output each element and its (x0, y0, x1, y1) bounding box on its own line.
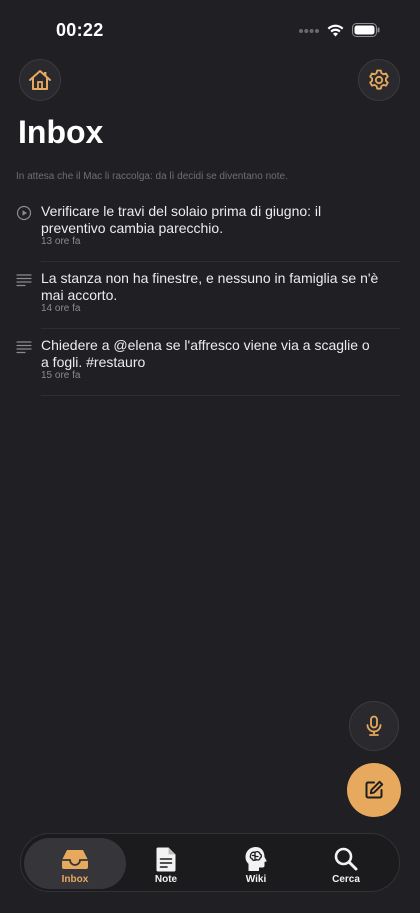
tab-cerca[interactable]: Cerca (295, 838, 397, 889)
status-bar: 00:22 (0, 0, 420, 60)
battery-icon (352, 23, 380, 37)
text-lines-icon (16, 274, 32, 287)
list-item[interactable]: Chiedere a @elena se l'affresco viene vi… (0, 329, 420, 396)
tab-label: Inbox (61, 874, 89, 885)
tab-label: Cerca (332, 874, 360, 885)
page-title: Inbox (18, 114, 104, 150)
home-icon (29, 70, 51, 90)
item-text: Verificare le travi del solaio prima di … (41, 203, 322, 236)
page-subtitle: In attesa che il Mac li raccolga: da lì … (16, 171, 288, 182)
divider (41, 395, 400, 396)
new-note-button[interactable] (347, 763, 401, 817)
item-text: Chiedere a @elena se l'affresco viene vi… (41, 337, 370, 370)
tab-label: Wiki (245, 874, 267, 885)
list-item[interactable]: La stanza non ha finestre, e nessuno in … (0, 262, 420, 329)
inbox-list: Verificare le travi del solaio prima di … (0, 195, 420, 396)
signal-dots-icon (299, 29, 319, 33)
item-time: 14 ore fa (41, 303, 81, 314)
voice-note-button[interactable] (349, 701, 399, 751)
tab-label: Note (154, 874, 178, 885)
compose-icon (365, 780, 384, 799)
wifi-icon (327, 24, 344, 37)
status-time: 00:22 (56, 20, 104, 40)
tray-icon (62, 850, 88, 869)
search-icon (334, 847, 358, 871)
document-icon (156, 847, 176, 871)
item-time: 13 ore fa (41, 236, 81, 247)
gear-icon (369, 69, 389, 90)
brain-head-icon (245, 847, 267, 871)
list-item[interactable]: Verificare le travi del solaio prima di … (0, 195, 420, 262)
play-circle-icon (16, 205, 32, 221)
settings-button[interactable] (358, 59, 400, 101)
tab-wiki[interactable]: Wiki (205, 838, 307, 889)
tab-inbox[interactable]: Inbox (24, 838, 126, 889)
text-lines-icon (16, 341, 32, 354)
home-button[interactable] (19, 59, 61, 101)
microphone-icon (366, 715, 382, 736)
item-text: La stanza non ha finestre, e nessuno in … (41, 270, 379, 303)
item-time: 15 ore fa (41, 370, 81, 381)
tab-bar: Inbox Note Wiki Cerca (20, 833, 400, 892)
tab-note[interactable]: Note (115, 838, 217, 889)
